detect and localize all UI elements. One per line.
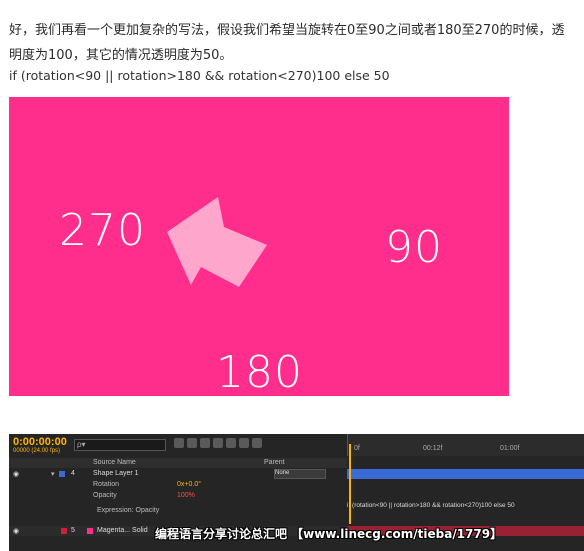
column-header-row: Source Name Parent bbox=[9, 458, 347, 468]
parent-select[interactable]: None bbox=[274, 469, 326, 479]
fps-readout: 00000 (24.00 fps) bbox=[13, 448, 61, 454]
rotation-value[interactable]: 0x+0.0° bbox=[177, 481, 201, 488]
expression-row: Expression: Opacity bbox=[9, 506, 347, 516]
composition-canvas: 270 90 180 bbox=[9, 97, 509, 398]
parent-header[interactable]: Parent bbox=[264, 459, 285, 466]
label-90: 90 bbox=[385, 222, 443, 273]
label-color-swatch[interactable] bbox=[61, 528, 67, 534]
article-code: if (rotation<90 || rotation>180 && rotat… bbox=[9, 68, 390, 83]
layer-name[interactable]: Shape Layer 1 bbox=[93, 470, 139, 477]
expression-label: Expression: Opacity bbox=[97, 507, 160, 514]
rotation-property-row[interactable]: Rotation 0x+0.0° bbox=[9, 480, 347, 490]
layer-4-bar[interactable] bbox=[347, 469, 584, 479]
motion-blur-icon[interactable] bbox=[226, 438, 236, 448]
source-name-header[interactable]: Source Name bbox=[93, 459, 136, 466]
rotation-label: Rotation bbox=[93, 481, 120, 488]
graph-editor-icon[interactable] bbox=[252, 438, 262, 448]
expression-text[interactable]: if (rotation<90 || rotation>180 && rotat… bbox=[347, 502, 584, 509]
ruler-1s: 01:00f bbox=[500, 445, 520, 452]
layer-row-4[interactable]: ◉ ▾ 4 Shape Layer 1 None bbox=[9, 469, 347, 479]
current-time-indicator[interactable] bbox=[349, 444, 351, 524]
frame-blending-icon[interactable] bbox=[213, 438, 223, 448]
draft-3d-icon[interactable] bbox=[187, 438, 197, 448]
opacity-property-row[interactable]: Opacity 100% bbox=[9, 491, 347, 501]
watermark-text: 编程语言分享讨论总汇吧 【www.linecg.com/tieba/1779】 bbox=[155, 527, 503, 541]
opacity-label: Opacity bbox=[93, 492, 117, 499]
label-180: 180 bbox=[216, 347, 303, 398]
time-ruler[interactable]: 0f 00:12f 01:00f bbox=[347, 434, 584, 456]
opacity-value[interactable]: 100% bbox=[177, 492, 195, 499]
timeline-toolbar bbox=[174, 438, 262, 452]
arrow-icon bbox=[167, 197, 267, 287]
shy-layers-icon[interactable] bbox=[200, 438, 210, 448]
eye-icon[interactable]: ◉ bbox=[13, 470, 19, 478]
label-270: 270 bbox=[59, 205, 146, 256]
timecode[interactable]: 0:00:00:00 bbox=[13, 436, 67, 448]
solid-icon bbox=[87, 528, 93, 534]
article-paragraph: 好，我们再看一个更加复杂的写法，假设我们希望当旋转在0至90之间或者180至27… bbox=[9, 23, 565, 63]
ruler-12: 00:12f bbox=[423, 445, 443, 452]
brainstorm-icon[interactable] bbox=[239, 438, 249, 448]
layer-number: 4 bbox=[71, 470, 75, 477]
label-color-swatch[interactable] bbox=[59, 471, 65, 477]
comp-mini-flowchart-icon[interactable] bbox=[174, 438, 184, 448]
search-icon: ρ▾ bbox=[77, 440, 86, 449]
layer-name[interactable]: Magenta... Solid bbox=[97, 527, 148, 534]
ruler-0: 0f bbox=[354, 445, 360, 452]
twirl-down-icon[interactable]: ▾ bbox=[51, 470, 55, 478]
eye-icon[interactable]: ◉ bbox=[13, 527, 19, 535]
layer-number: 5 bbox=[71, 527, 75, 534]
layer-search-input[interactable]: ρ▾ bbox=[74, 439, 166, 451]
